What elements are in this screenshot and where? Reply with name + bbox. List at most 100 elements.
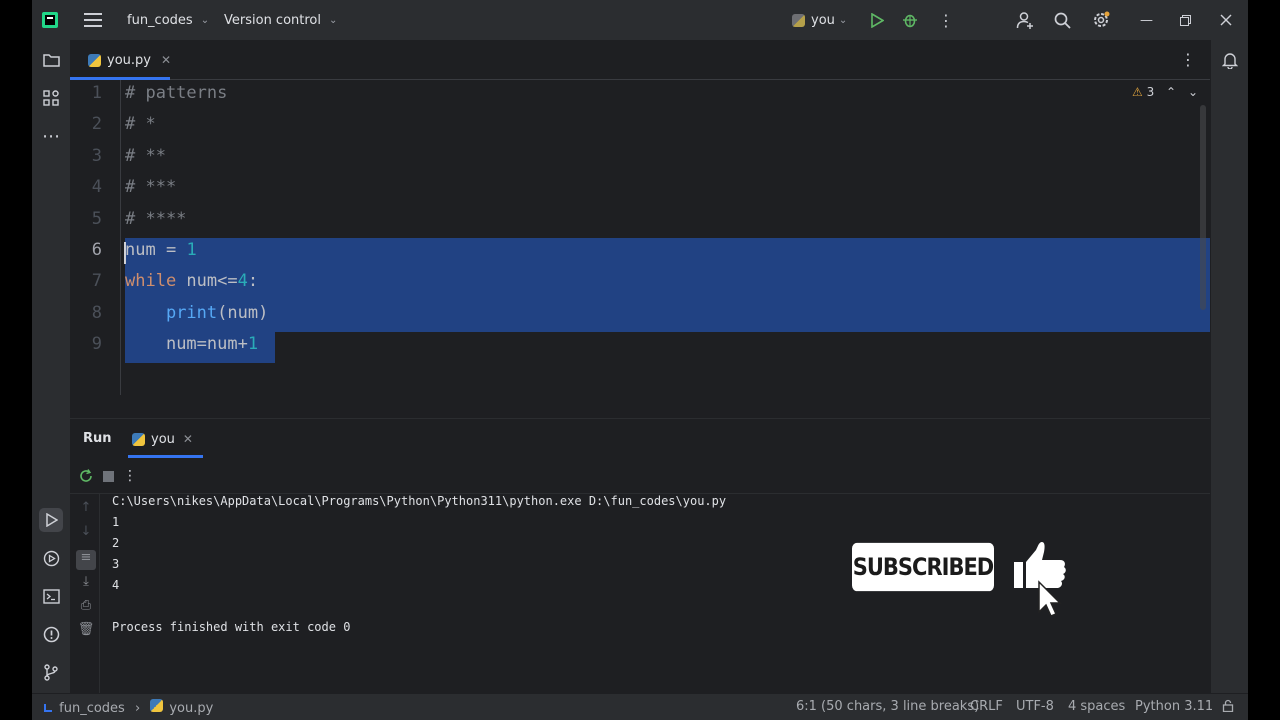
- console-side-toolbar: ↑ ↓ ≡ ⤓ ⎙ 🗑: [70, 494, 100, 693]
- structure-tool-button[interactable]: [39, 86, 63, 110]
- minimize-button[interactable]: —: [1140, 0, 1153, 40]
- rerun-button[interactable]: [76, 466, 96, 486]
- module-icon: [44, 704, 52, 712]
- console-line: 2: [112, 536, 120, 550]
- code-line: 6 num = 1: [70, 240, 1210, 271]
- scroll-to-end-icon[interactable]: ⤓: [76, 574, 96, 594]
- main-menu-button[interactable]: [84, 0, 102, 40]
- more-tools-icon[interactable]: ⋯: [39, 124, 63, 148]
- stop-button[interactable]: [98, 466, 118, 486]
- run-config-name: you: [811, 12, 835, 28]
- run-tab-you[interactable]: you ✕: [132, 419, 193, 459]
- line-number: 2: [91, 114, 102, 134]
- scroll-down-icon[interactable]: ↓: [76, 524, 96, 544]
- gear-icon: [1094, 11, 1110, 27]
- file-encoding[interactable]: UTF-8: [1016, 699, 1054, 714]
- python-icon: [132, 432, 145, 446]
- line-number: 8: [91, 303, 102, 323]
- code-text: # **: [125, 146, 166, 166]
- project-name: fun_codes: [127, 12, 193, 28]
- run-config-selector[interactable]: you ⌄: [792, 0, 847, 40]
- scroll-up-icon[interactable]: ↑: [76, 500, 96, 520]
- interpreter-selector[interactable]: Python 3.11: [1135, 699, 1213, 714]
- run-button[interactable]: [870, 0, 884, 40]
- run-panel-title: Run: [83, 431, 112, 446]
- restore-button[interactable]: [1180, 0, 1191, 40]
- code-text: # ***: [125, 177, 177, 197]
- vcs-selector[interactable]: Version control ⌄: [224, 0, 337, 40]
- ide-window: fun_codes ⌄ Version control ⌄ you ⌄ ⋮ —: [32, 0, 1248, 720]
- notifications-button[interactable]: [1218, 48, 1242, 72]
- line-number: 4: [91, 177, 102, 197]
- play-icon: [45, 513, 58, 527]
- structure-icon: [43, 90, 59, 106]
- python-file-icon: [150, 699, 164, 712]
- rerun-icon: [80, 469, 92, 482]
- line-separator[interactable]: CRLF: [970, 699, 1003, 714]
- console-line: Process finished with exit code 0: [112, 620, 351, 634]
- warning-circle-icon: [43, 626, 59, 642]
- chevron-down-icon: ⌄: [838, 14, 848, 26]
- search-button[interactable]: [1054, 0, 1071, 40]
- lock-icon[interactable]: [1222, 699, 1234, 716]
- editor-tabs: you.py ✕ ⋮: [70, 40, 1210, 80]
- terminal-tool-button[interactable]: [39, 584, 63, 608]
- tab-you-py[interactable]: you.py ✕: [82, 40, 177, 80]
- soft-wrap-icon[interactable]: ≡: [76, 550, 96, 570]
- code-line: 2 # *: [70, 114, 1210, 145]
- more-actions-icon[interactable]: ⋮: [938, 0, 954, 40]
- add-user-button[interactable]: [1016, 0, 1034, 40]
- caret-position[interactable]: 6:1 (50 chars, 3 line breaks): [796, 699, 979, 714]
- chevron-down-icon: ⌄: [329, 14, 338, 26]
- user-add-icon: [1016, 12, 1033, 29]
- code-text: num = 1: [125, 240, 197, 260]
- services-tool-button[interactable]: [39, 546, 63, 570]
- code-line: 3 # **: [70, 146, 1210, 177]
- close-icon[interactable]: ✕: [183, 432, 193, 446]
- breadcrumb-file[interactable]: you.py: [169, 701, 213, 716]
- line-number: 6: [91, 240, 102, 260]
- services-icon: [43, 550, 59, 566]
- run-options-icon[interactable]: ⋮: [120, 466, 140, 486]
- title-bar: fun_codes ⌄ Version control ⌄ you ⌄ ⋮ —: [32, 0, 1248, 40]
- status-bar: fun_codes › you.py 6:1 (50 chars, 3 line…: [32, 693, 1248, 720]
- tab-options-icon[interactable]: ⋮: [1180, 50, 1196, 69]
- settings-button[interactable]: [1092, 0, 1110, 40]
- breadcrumb-project[interactable]: fun_codes: [59, 701, 125, 716]
- minimize-icon: —: [1140, 12, 1153, 28]
- console-line: C:\Users\nikes\AppData\Local\Programs\Py…: [112, 494, 727, 508]
- problems-tool-button[interactable]: [39, 622, 63, 646]
- play-icon: [871, 12, 884, 28]
- code-text: # *: [125, 114, 156, 134]
- code-editor[interactable]: ⚠ 3 ⌃ ⌄ 1 # patterns 2 # * 3 # ** 4 # **…: [70, 80, 1210, 395]
- line-number: 3: [91, 146, 102, 166]
- trash-icon[interactable]: 🗑: [76, 622, 96, 642]
- debug-button[interactable]: [902, 0, 918, 40]
- code-line: 1 # patterns: [70, 83, 1210, 114]
- text-caret: [124, 242, 126, 264]
- project-selector[interactable]: fun_codes ⌄: [127, 0, 209, 40]
- code-line: 9 num=num+1: [70, 334, 1210, 365]
- hamburger-icon: [84, 13, 102, 27]
- run-panel-header: Run you ✕: [70, 418, 1210, 458]
- close-window-button[interactable]: [1220, 0, 1232, 40]
- code-text: while num<=4:: [125, 271, 259, 291]
- indent-setting[interactable]: 4 spaces: [1068, 699, 1125, 714]
- stop-icon: [102, 470, 114, 482]
- close-icon[interactable]: ✕: [161, 53, 171, 67]
- chevron-right-icon: ›: [134, 701, 141, 716]
- project-tool-button[interactable]: [39, 48, 63, 72]
- git-tool-button[interactable]: [39, 660, 63, 684]
- code-text: # ****: [125, 209, 187, 229]
- bug-icon: [903, 14, 917, 28]
- breadcrumb: fun_codes › you.py: [44, 699, 213, 716]
- line-number: 9: [91, 334, 102, 354]
- run-toolbar: ⋮: [70, 458, 1210, 494]
- app-logo[interactable]: [42, 0, 58, 40]
- chevron-down-icon: ⌄: [200, 14, 210, 26]
- thumbs-up-icon: [1014, 542, 1066, 617]
- print-icon[interactable]: ⎙: [76, 598, 96, 618]
- run-tool-button[interactable]: [39, 508, 63, 532]
- subscribed-badge: SUBSCRIBED: [852, 542, 994, 592]
- restore-icon: [1180, 14, 1191, 26]
